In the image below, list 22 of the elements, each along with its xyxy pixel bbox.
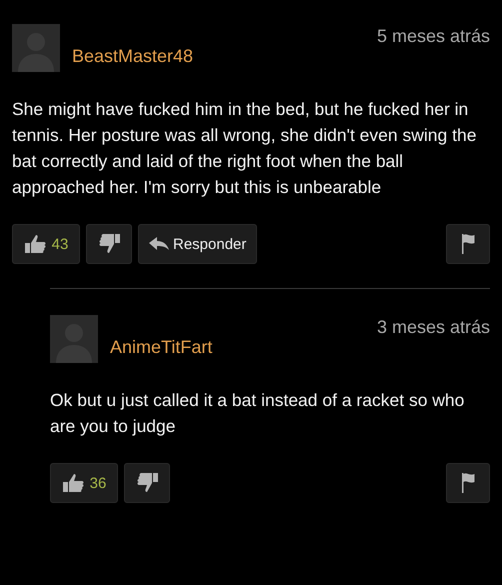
thumbs-down-icon bbox=[97, 233, 121, 255]
comment-text: She might have fucked him in the bed, but he fucked her in tennis. Her posture was all wrong, she didn't even swing the bat correctly and laid of the right foot when the ball approached her. I'm sorry but this is unbearable bbox=[12, 98, 478, 199]
timestamp: 3 meses atrás bbox=[376, 317, 490, 338]
avatar bbox=[50, 315, 98, 363]
dislike-button[interactable] bbox=[124, 463, 170, 503]
thumbs-up-icon bbox=[24, 234, 48, 254]
thumbs-down-icon bbox=[135, 472, 159, 494]
like-button[interactable]: 36 bbox=[50, 463, 118, 503]
reply-button[interactable]: Responder bbox=[138, 224, 258, 264]
reply-arrow-icon bbox=[149, 237, 169, 251]
thumbs-up-icon bbox=[62, 473, 86, 493]
report-button[interactable] bbox=[446, 224, 490, 264]
comment-text: Ok but u just called it a bat instead of a racket so who are you to judge bbox=[50, 389, 466, 438]
report-button[interactable] bbox=[446, 463, 490, 503]
timestamp: 5 meses atrás bbox=[376, 26, 490, 47]
flag-icon bbox=[461, 233, 475, 255]
like-button[interactable]: 43 bbox=[12, 224, 80, 264]
author-name[interactable]: AnimeTitFart bbox=[110, 337, 212, 358]
author-name[interactable]: BeastMaster48 bbox=[72, 46, 194, 67]
dislike-button[interactable] bbox=[86, 224, 132, 264]
flag-icon bbox=[461, 472, 475, 494]
avatar bbox=[12, 24, 60, 72]
